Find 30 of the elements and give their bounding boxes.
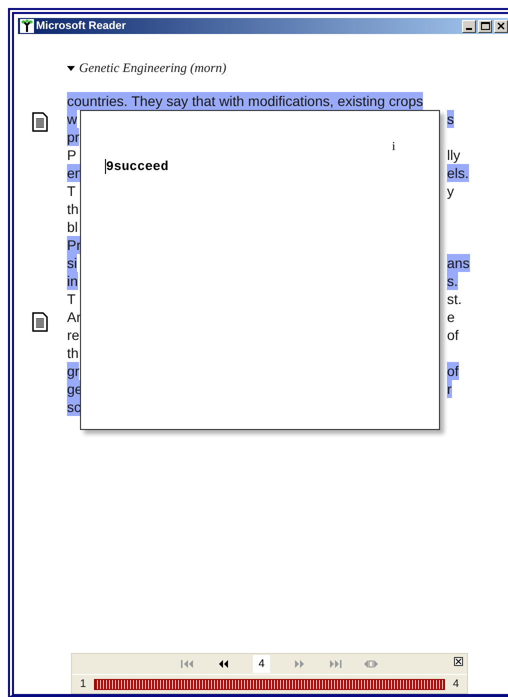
close-icon	[497, 22, 505, 30]
text-line: T	[67, 182, 76, 200]
text-line: of	[447, 326, 459, 344]
text-line: T	[67, 290, 76, 308]
text-line: th	[67, 344, 79, 362]
maximize-icon	[480, 22, 490, 30]
first-page-number: 1	[80, 678, 86, 690]
last-page-number: 4	[452, 678, 459, 690]
window-title: Microsoft Reader	[36, 20, 127, 32]
document-icon[interactable]	[32, 112, 48, 132]
text-line: P	[67, 146, 76, 164]
chapter-title[interactable]: Genetic Engineering (morn)	[79, 60, 226, 76]
maximize-button[interactable]	[478, 20, 492, 32]
dropdown-icon[interactable]	[67, 66, 75, 70]
text-line: re	[67, 326, 80, 344]
document-icon[interactable]	[32, 312, 48, 332]
close-bar-button[interactable]	[454, 657, 463, 666]
cursor-mark: i	[392, 139, 396, 154]
text-line: e	[447, 308, 455, 326]
app-icon	[20, 19, 34, 33]
page-number[interactable]: 4	[253, 655, 270, 673]
text-line: lly	[447, 146, 460, 164]
text-input[interactable]: 9succeed	[105, 159, 168, 174]
text-line: bl	[67, 218, 78, 236]
text-line: y	[447, 182, 454, 200]
minimize-button[interactable]	[462, 20, 476, 32]
close-button[interactable]	[494, 20, 508, 32]
text-line: Ar	[67, 308, 81, 326]
text-line: th	[67, 200, 79, 218]
text-line: st.	[447, 290, 462, 308]
